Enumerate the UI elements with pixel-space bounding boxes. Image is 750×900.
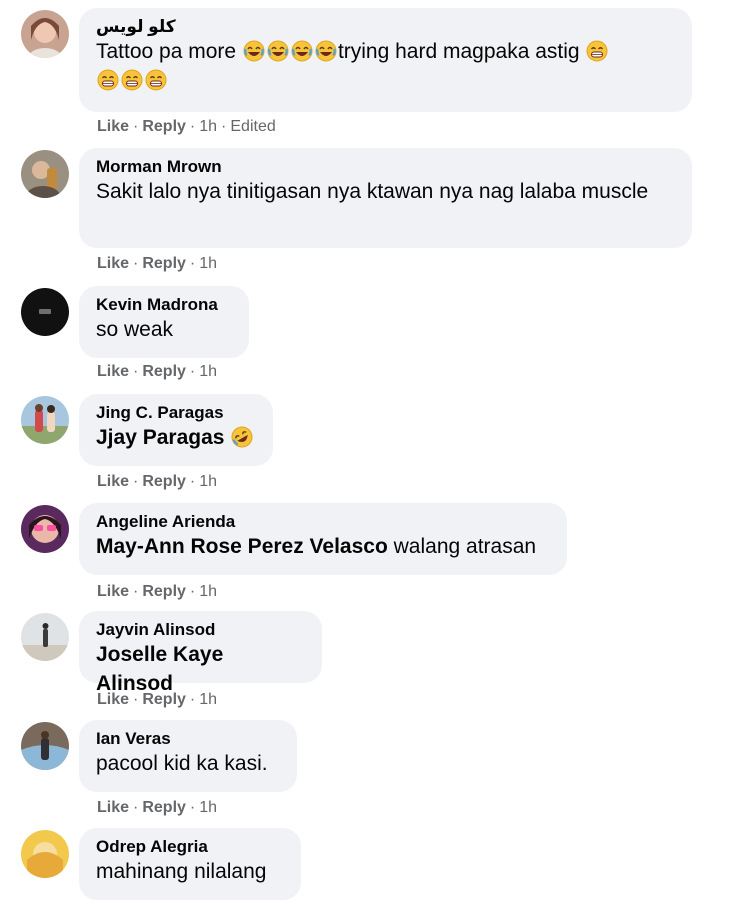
separator: · [133,363,139,380]
comment-text: so weak [96,318,174,341]
separator: · [133,255,139,272]
avatar[interactable] [21,830,69,878]
comment-author[interactable]: Jing C. Paragas [96,402,255,423]
separator: · [221,118,227,135]
comment-author[interactable]: Odrep Alegria [96,836,283,857]
reply-button[interactable]: Reply [142,583,186,600]
comment-actions: Like · Reply · 1h [97,690,217,710]
comment-author[interactable]: Kevin Madrona [96,294,231,315]
like-button[interactable]: Like [97,363,129,380]
comment-bubble: Ian Veras pacool kid ka kasi. [79,720,297,792]
avatar[interactable] [21,150,69,198]
avatar[interactable] [21,505,69,553]
emoji-grin-icon [121,69,143,91]
like-button[interactable]: Like [97,691,129,708]
comment-bubble: Jayvin Alinsod Joselle Kaye Alinsod [79,611,322,695]
separator: · [133,691,139,708]
separator: · [189,691,196,708]
separator: · [189,363,196,380]
reply-button[interactable]: Reply [142,691,186,708]
comment-author[interactable]: Ian Veras [96,728,279,749]
timestamp[interactable]: 1h [199,255,217,272]
reply-button[interactable]: Reply [142,473,186,490]
reply-button[interactable]: Reply [142,118,186,135]
edited-label: Edited [230,118,276,135]
emoji-joy-icon [243,40,265,62]
timestamp[interactable]: 1h [199,118,217,135]
separator: · [133,583,139,600]
separator: · [189,255,196,272]
comment-author[interactable]: Jayvin Alinsod [96,619,304,640]
emoji-grin-icon [586,40,608,62]
avatar[interactable] [21,613,69,661]
comment-author[interactable]: كلو لويس [96,16,674,37]
separator: · [189,583,196,600]
reply-button[interactable]: Reply [142,799,186,816]
comment-text: mahinang nilalang [96,860,267,883]
like-button[interactable]: Like [97,118,129,135]
comment-text-part: walang atrasan [387,535,537,558]
comment-author[interactable]: Morman Mrown [96,156,674,177]
emoji-joy-icon [315,40,337,62]
comment-actions: Like · Reply · 1h [97,362,217,382]
like-button[interactable]: Like [97,799,129,816]
timestamp[interactable]: 1h [199,799,217,816]
comment-actions: Like · Reply · 1h [97,582,217,602]
avatar[interactable] [21,288,69,336]
separator: · [133,473,139,490]
avatar[interactable] [21,396,69,444]
mention-link[interactable]: May-Ann Rose Perez Velasco [96,535,388,558]
timestamp[interactable]: 1h [199,583,217,600]
separator: · [189,473,196,490]
like-button[interactable]: Like [97,255,129,272]
emoji-joy-icon [291,40,313,62]
avatar[interactable] [21,10,69,58]
emoji-grin-icon [145,69,167,91]
separator: · [133,799,139,816]
comment-text: Tattoo pa more trying hard magpaka astig [96,37,674,95]
emoji-joy-icon [267,40,289,62]
comment-bubble: Angeline Arienda May-Ann Rose Perez Vela… [79,503,567,575]
comment-text: Jjay Paragas [96,423,255,452]
like-button[interactable]: Like [97,583,129,600]
reply-button[interactable]: Reply [142,363,186,380]
timestamp[interactable]: 1h [199,691,217,708]
comment-text: pacool kid ka kasi. [96,752,268,775]
comment-text-part: trying hard magpaka astig [337,40,580,63]
comment-bubble: Morman Mrown Sakit lalo nya tinitigasan … [79,148,692,248]
separator: · [189,799,196,816]
emoji-grin-icon [97,69,119,91]
comment-actions: Like · Reply · 1h [97,472,217,492]
comment-bubble: Odrep Alegria mahinang nilalang [79,828,301,900]
comment-bubble: كلو لويس Tattoo pa more trying hard magp… [79,8,692,112]
emoji-rofl-icon [231,426,253,448]
comment-text: Sakit lalo nya tinitigasan nya ktawan ny… [96,180,649,203]
mention-link[interactable]: Joselle Kaye Alinsod [96,643,223,695]
reply-button[interactable]: Reply [142,255,186,272]
timestamp[interactable]: 1h [199,473,217,490]
mention-link[interactable]: Jjay Paragas [96,426,224,449]
comment-text-part: Tattoo pa more [96,40,237,63]
avatar[interactable] [21,722,69,770]
separator: · [133,118,139,135]
comment-text: May-Ann Rose Perez Velasco walang atrasa… [96,532,549,561]
like-button[interactable]: Like [97,473,129,490]
comment-author[interactable]: Angeline Arienda [96,511,549,532]
timestamp[interactable]: 1h [199,363,217,380]
comment-actions: Like · Reply · 1h · Edited [97,117,276,137]
comment-bubble: Jing C. Paragas Jjay Paragas [79,394,273,466]
comment-actions: Like · Reply · 1h [97,254,217,274]
comment-actions: Like · Reply · 1h [97,798,217,818]
separator: · [189,118,196,135]
comment-bubble: Kevin Madrona so weak [79,286,249,358]
